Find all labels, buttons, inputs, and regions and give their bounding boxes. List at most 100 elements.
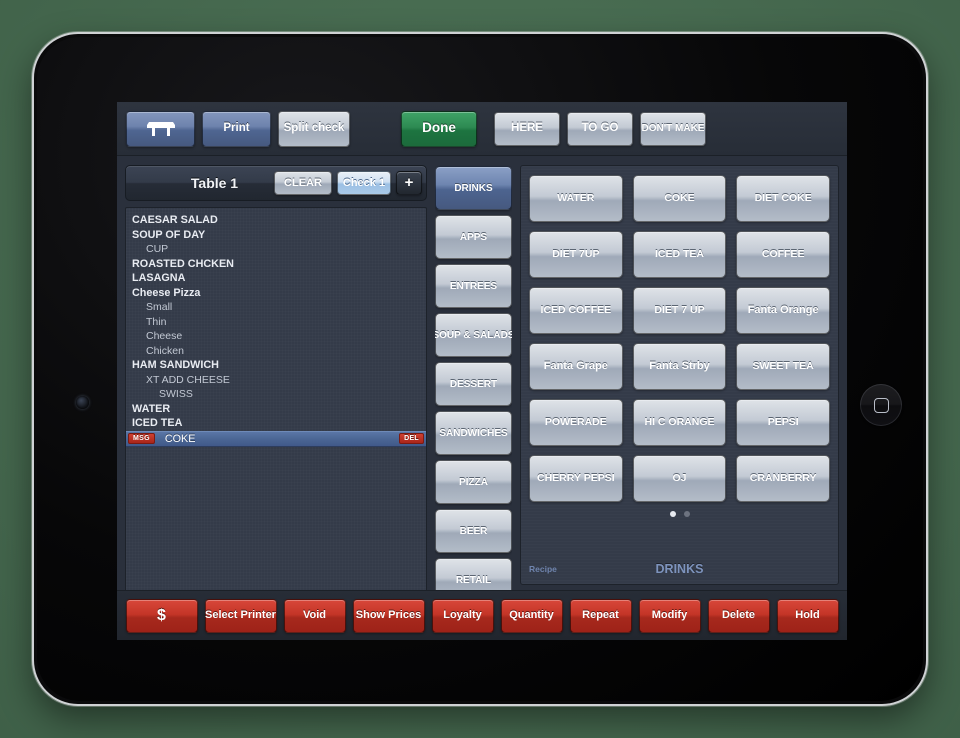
order-row[interactable]: SOUP OF DAY (126, 228, 426, 243)
page-indicator[interactable] (529, 511, 830, 517)
product-button-oj[interactable]: OJ (632, 455, 727, 502)
product-button-coke[interactable]: COKE (632, 175, 727, 222)
action-button-repeat[interactable]: Repeat (569, 598, 632, 633)
page-dot-1[interactable] (669, 511, 676, 517)
action-button-show-prices[interactable]: Show Prices (352, 598, 425, 633)
order-item-list[interactable]: CAESAR SALAD SOUP OF DAY CUP ROASTED CHCKEN… (125, 207, 427, 640)
category-sidebar[interactable]: DRINKS APPS ENTREES SOUP & SALADS DESSERT SAN… (435, 165, 512, 640)
product-button-fanta-orange[interactable]: Fanta Orange (736, 287, 830, 334)
home-button[interactable] (860, 384, 902, 426)
order-item-name: CUP (146, 243, 169, 256)
action-button-select-printer[interactable]: Select Printer (204, 598, 277, 633)
clear-button[interactable]: CLEAR (274, 171, 332, 195)
product-button-diet-coke[interactable]: DIET COKE (736, 175, 830, 222)
add-check-label: + (404, 173, 414, 191)
order-row-modifier[interactable]: Cheese (126, 329, 426, 344)
order-row-modifier[interactable]: Small (126, 300, 426, 315)
product-label: Fanta Orange (747, 304, 819, 317)
order-row[interactable]: CAESAR SALAD (126, 213, 426, 228)
product-button-powerade[interactable]: POWERADE (529, 399, 623, 446)
order-item-name: COKE (164, 432, 196, 445)
category-label: BEER (459, 525, 488, 537)
product-button-hi-c-orange[interactable]: HI C ORANGE (632, 399, 727, 446)
action-label: Quantity (509, 609, 554, 622)
category-button-sandwiches[interactable]: SANDWICHES (435, 411, 512, 455)
app-body: Table 1 CLEAR Check 1 + CAESAR SALAD SOUP… (117, 156, 847, 640)
action-button-void[interactable]: Void (283, 598, 346, 633)
category-label: ENTREES (449, 280, 498, 292)
del-badge[interactable]: DEL (399, 433, 424, 444)
product-button-fanta-strby[interactable]: Fanta Strby (632, 343, 727, 390)
table-icon (146, 122, 175, 136)
product-button-sweet-tea[interactable]: SWEET TEA (736, 343, 830, 390)
order-row[interactable]: HAM SANDWICH (126, 358, 426, 373)
order-item-name: SWISS (159, 388, 193, 401)
print-button[interactable]: Print (202, 110, 271, 147)
print-label: Print (223, 122, 250, 135)
category-button-pizza[interactable]: PIZZA (435, 460, 512, 504)
action-button-quantity[interactable]: Quantity (500, 598, 563, 633)
order-item-name: LASAGNA (132, 272, 186, 285)
product-grid[interactable]: WATER COKE DIET COKE DIET 7UP ICED TEA COFFEE… (529, 175, 830, 502)
product-button-cherry-pepsi[interactable]: CHERRY PEPSI (529, 455, 623, 502)
order-item-name: ROASTED CHCKEN (132, 257, 234, 270)
add-check-button[interactable]: + (396, 171, 422, 195)
check-tab-1[interactable]: Check 1 (337, 171, 391, 195)
category-button-dessert[interactable]: DESSERT (435, 362, 512, 406)
product-button-iced-tea[interactable]: ICED TEA (632, 231, 727, 278)
order-row[interactable]: Cheese Pizza (126, 286, 426, 301)
order-row-modifier[interactable]: Thin (126, 315, 426, 330)
done-button[interactable]: Done (401, 110, 477, 147)
category-button-beer[interactable]: BEER (435, 509, 512, 553)
category-button-drinks[interactable]: DRINKS (435, 166, 512, 210)
order-row[interactable]: ICED TEA (126, 416, 426, 431)
category-button-apps[interactable]: APPS (435, 215, 512, 259)
to-go-label: TO GO (581, 122, 619, 135)
product-button-iced-coffee[interactable]: ICED COFFEE (529, 287, 623, 334)
to-go-button[interactable]: TO GO (567, 111, 633, 146)
product-button-diet-7-up[interactable]: DIET 7 UP (632, 287, 727, 334)
action-label: Loyalty (443, 609, 482, 622)
product-label: COFFEE (761, 247, 805, 260)
action-footer: $ Select Printer Void Show Prices Loyalty Qua… (117, 590, 847, 640)
table-layout-button[interactable] (126, 110, 195, 147)
action-button-hold[interactable]: Hold (776, 598, 839, 633)
product-label: POWERADE (544, 415, 607, 428)
product-button-coffee[interactable]: COFFEE (736, 231, 830, 278)
order-row[interactable]: ROASTED CHCKEN (126, 257, 426, 272)
product-button-fanta-grape[interactable]: Fanta Grape (529, 343, 623, 390)
action-button-loyalty[interactable]: Loyalty (431, 598, 494, 633)
top-toolbar: Print Split check Done HERE TO GO DON'T … (117, 102, 847, 156)
product-label: COKE (664, 191, 695, 204)
order-row-modifier[interactable]: SWISS (126, 387, 426, 402)
here-button[interactable]: HERE (494, 111, 560, 146)
order-item-name: Small (146, 301, 173, 314)
category-label: SANDWICHES (439, 427, 508, 439)
order-row[interactable]: WATER (126, 402, 426, 417)
order-row-modifier[interactable]: XT ADD CHEESE (126, 373, 426, 388)
action-button-delete[interactable]: Delete (707, 598, 770, 633)
order-row-modifier[interactable]: Chicken (126, 344, 426, 359)
dont-make-button[interactable]: DON'T MAKE (640, 111, 706, 146)
order-item-name: HAM SANDWICH (132, 359, 219, 372)
order-item-name: Cheese Pizza (132, 286, 201, 299)
category-button-entrees[interactable]: ENTREES (435, 264, 512, 308)
category-label: PIZZA (459, 476, 488, 488)
category-button-soup-salads[interactable]: SOUP & SALADS (435, 313, 512, 357)
product-button-diet-7up[interactable]: DIET 7UP (529, 231, 623, 278)
check-header: Table 1 CLEAR Check 1 + (125, 165, 427, 201)
split-check-button[interactable]: Split check (278, 110, 350, 147)
order-row-modifier[interactable]: CUP (126, 242, 426, 257)
order-row-selected[interactable]: MSG COKE DEL (126, 430, 426, 447)
product-button-pepsi[interactable]: PEPSI (736, 399, 830, 446)
order-row[interactable]: LASAGNA (126, 271, 426, 286)
product-button-cranberry[interactable]: CRANBERRY (736, 455, 830, 502)
product-label: DIET 7UP (552, 247, 600, 260)
split-check-label: Split check (283, 122, 345, 135)
product-button-water[interactable]: WATER (529, 175, 623, 222)
action-button-modify[interactable]: Modify (638, 598, 701, 633)
msg-badge[interactable]: MSG (128, 433, 155, 444)
category-label: RETAIL (455, 574, 492, 586)
page-dot-2[interactable] (683, 511, 690, 517)
action-button-money[interactable]: $ (125, 598, 198, 633)
